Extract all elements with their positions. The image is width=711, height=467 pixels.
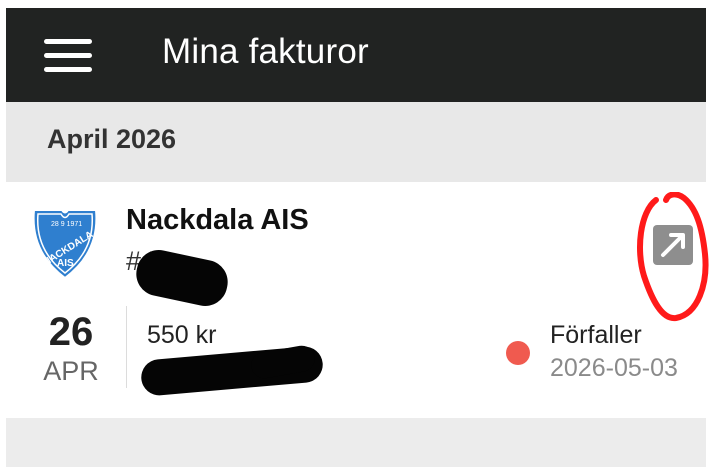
arrow-up-right-icon	[661, 233, 685, 257]
invoice-amount: 550 kr	[147, 321, 217, 349]
logo-top-text: 28 9 1971	[51, 221, 82, 228]
external-link-icon[interactable]	[653, 225, 693, 265]
club-name: Nackdala AIS	[126, 204, 309, 236]
invoice-card[interactable]: 28 9 1971 NACKDALA AIS Nackdala AIS #46 …	[6, 182, 709, 418]
hamburger-menu-icon[interactable]	[44, 39, 92, 73]
menu-line	[44, 67, 92, 72]
invoice-month: APR	[43, 356, 99, 386]
menu-line	[44, 53, 92, 58]
due-date: 2026-05-03	[550, 354, 678, 382]
date-divider	[126, 306, 127, 388]
top-app-bar: Mina fakturor	[6, 8, 706, 102]
status-label: Förfaller	[550, 321, 642, 349]
month-section-header: April 2026	[6, 102, 706, 182]
menu-line	[44, 39, 92, 44]
page-title: Mina fakturor	[162, 32, 369, 71]
status-indicator-dot	[506, 341, 530, 365]
month-label: April 2026	[47, 124, 177, 154]
invoice-day: 26	[48, 310, 94, 354]
redaction-mark	[132, 245, 232, 311]
nackdala-ais-logo-icon: 28 9 1971 NACKDALA AIS	[32, 209, 98, 280]
logo-bottom-text: AIS	[57, 258, 74, 269]
next-section-placeholder	[6, 418, 706, 467]
